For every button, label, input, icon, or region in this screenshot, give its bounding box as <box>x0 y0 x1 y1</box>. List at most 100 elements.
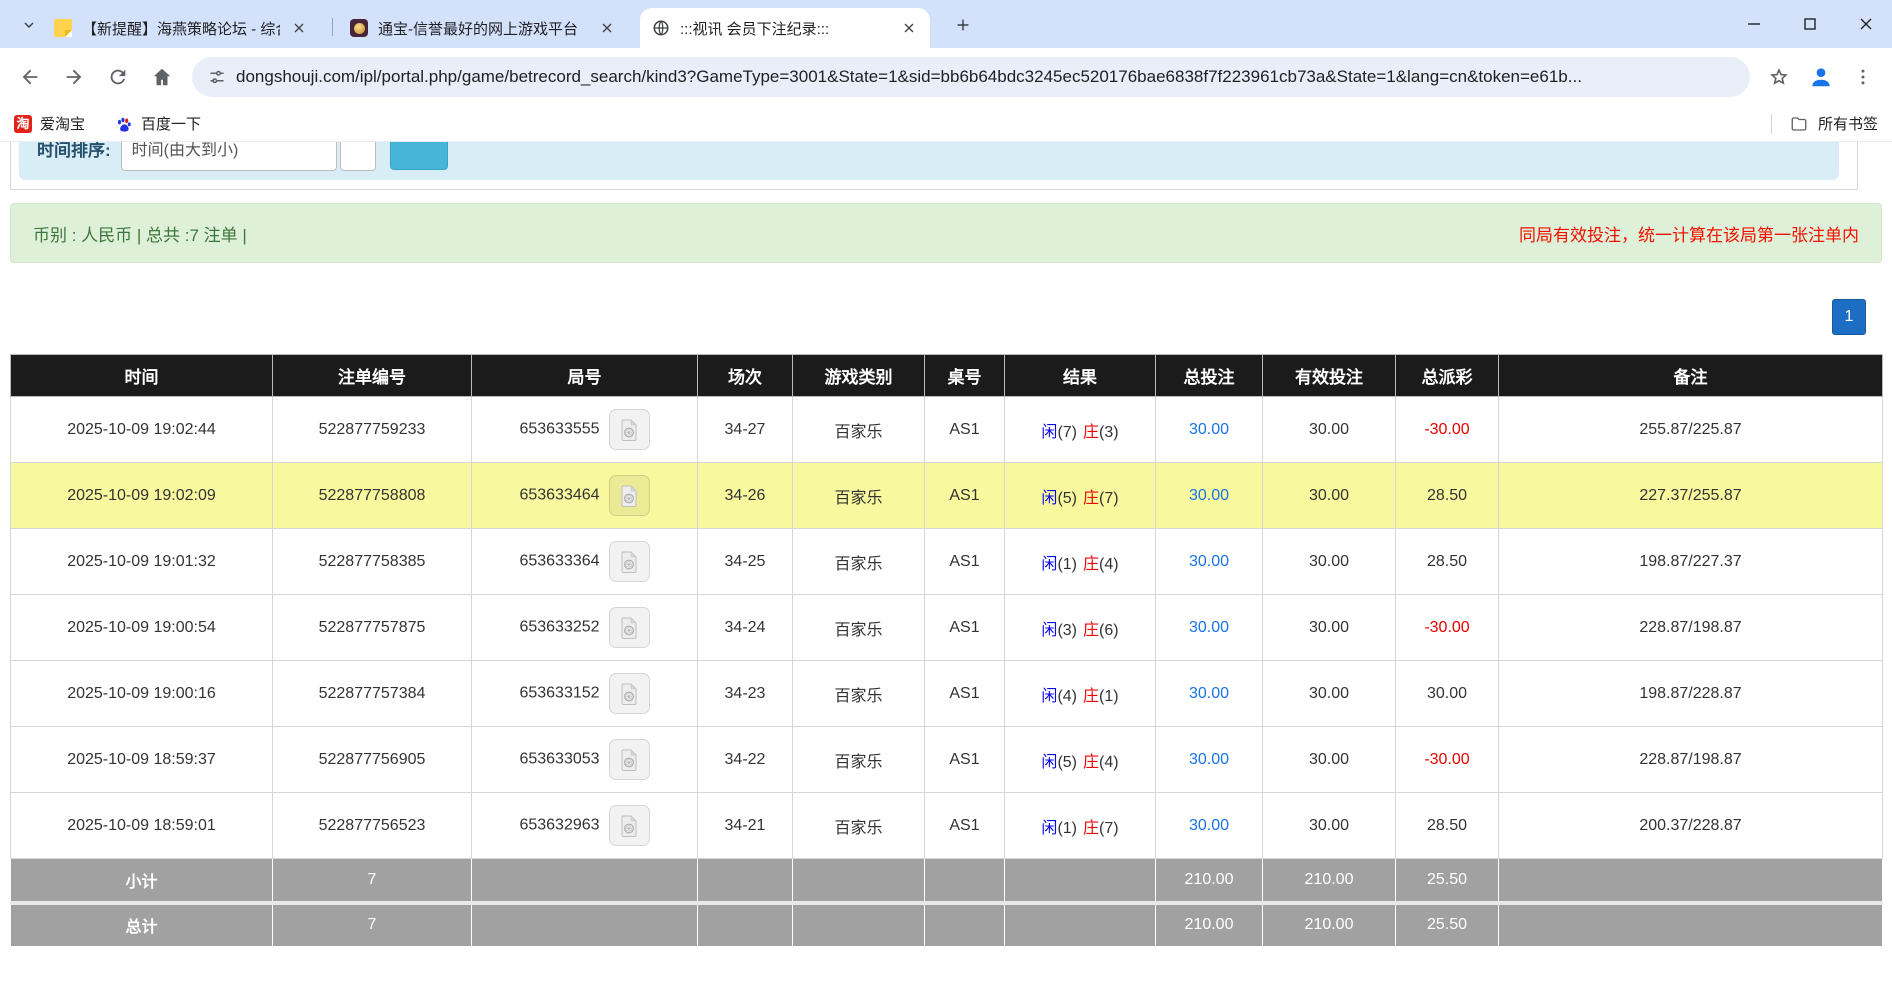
cell-time: 2025-10-09 18:59:01 <box>11 793 273 859</box>
total-bet-link[interactable]: 30.00 <box>1189 751 1229 768</box>
result-player-score: (4) <box>1057 688 1077 705</box>
video-replay-button[interactable] <box>609 607 650 648</box>
footer-cell: 210.00 <box>1263 903 1396 947</box>
all-bookmarks[interactable]: 所有书签 <box>1771 113 1878 134</box>
footer-cell <box>1499 859 1883 903</box>
cell-valid-bet: 30.00 <box>1263 661 1396 727</box>
minimize-button[interactable] <box>1740 10 1768 38</box>
footer-cell <box>793 859 925 903</box>
cell-total-bet: 30.00 <box>1156 463 1263 529</box>
cell-bet-id: 522877756523 <box>273 793 472 859</box>
filter-addon-box[interactable] <box>340 142 376 171</box>
cell-game-type: 百家乐 <box>793 793 925 859</box>
footer-cell <box>925 903 1005 947</box>
bookmark-taobao[interactable]: 淘 爱淘宝 <box>14 113 85 134</box>
column-header: 注单编号 <box>273 355 472 397</box>
browser-menu-button[interactable] <box>1844 58 1882 96</box>
video-replay-button[interactable] <box>609 739 650 780</box>
video-replay-button[interactable] <box>609 475 650 516</box>
tab-close-icon[interactable] <box>598 19 616 37</box>
cell-game-type: 百家乐 <box>793 529 925 595</box>
video-file-icon <box>617 418 641 442</box>
kebab-menu-icon <box>1853 67 1873 87</box>
tab-separator <box>332 18 333 36</box>
tab-tongbao[interactable]: 通宝-信誉最好的网上游戏平台 <box>338 8 628 48</box>
result-banker: 庄 <box>1083 490 1099 507</box>
footer-cell: 7 <box>273 903 472 947</box>
bookmark-star-button[interactable] <box>1760 58 1798 96</box>
profile-avatar-button[interactable] <box>1802 58 1840 96</box>
result-banker: 庄 <box>1083 688 1099 705</box>
cell-table-no: AS1 <box>925 793 1005 859</box>
video-replay-button[interactable] <box>609 541 650 582</box>
video-file-icon <box>617 484 641 508</box>
cell-bet-id: 522877758385 <box>273 529 472 595</box>
tab-bet-records[interactable]: :::视讯 会员下注纪录::: <box>640 8 930 48</box>
video-replay-button[interactable] <box>609 805 650 846</box>
cell-bet-id: 522877758808 <box>273 463 472 529</box>
total-bet-link[interactable]: 30.00 <box>1189 817 1229 834</box>
summary-bar: 币别 : 人民币 | 总共 :7 注单 | 同局有效投注，统一计算在该局第一张注… <box>10 203 1882 263</box>
home-button[interactable] <box>142 57 182 97</box>
total-bet-link[interactable]: 30.00 <box>1189 685 1229 702</box>
cell-time: 2025-10-09 19:02:09 <box>11 463 273 529</box>
reload-button[interactable] <box>98 57 138 97</box>
result-banker: 庄 <box>1083 820 1099 837</box>
currency-total-text: 币别 : 人民币 | 总共 :7 注单 | <box>33 221 247 246</box>
round-id: 653633555 <box>519 421 599 438</box>
cell-session: 34-23 <box>698 661 793 727</box>
bet-records-table: 时间注单编号局号场次游戏类别桌号结果总投注有效投注总派彩备注 2025-10-0… <box>10 354 1883 947</box>
cell-round: 653633364 <box>472 529 698 595</box>
result-banker-score: (6) <box>1099 622 1119 639</box>
maximize-button[interactable] <box>1796 10 1824 38</box>
person-icon <box>1808 64 1834 90</box>
video-file-icon <box>617 550 641 574</box>
video-file-icon <box>617 814 641 838</box>
cell-result: 闲(1)庄(4) <box>1005 529 1156 595</box>
filter-panel: 时间排序: 时间(由大到小) <box>19 142 1839 180</box>
all-bookmarks-label: 所有书签 <box>1818 113 1878 134</box>
close-window-button[interactable] <box>1852 10 1880 38</box>
cell-table-no: AS1 <box>925 727 1005 793</box>
cell-game-type: 百家乐 <box>793 727 925 793</box>
round-id: 653633053 <box>519 751 599 768</box>
table-row: 2025-10-09 18:59:37522877756905653633053… <box>11 727 1883 793</box>
pagination-page-1-button[interactable]: 1 <box>1832 299 1866 335</box>
sort-order-select[interactable]: 时间(由大到小) <box>121 142 337 171</box>
cell-time: 2025-10-09 19:00:54 <box>11 595 273 661</box>
forward-button[interactable] <box>54 57 94 97</box>
new-tab-button[interactable] <box>950 12 976 38</box>
footer-cell <box>472 859 698 903</box>
video-file-icon <box>617 748 641 772</box>
address-bar[interactable]: dongshouji.com/ipl/portal.php/game/betre… <box>192 57 1750 97</box>
cell-total-bet: 30.00 <box>1156 661 1263 727</box>
bookmark-baidu[interactable]: 百度一下 <box>115 113 201 134</box>
table-row: 2025-10-09 19:02:44522877759233653633555… <box>11 397 1883 463</box>
video-replay-button[interactable] <box>609 409 650 450</box>
site-settings-icon <box>208 68 226 86</box>
total-bet-link[interactable]: 30.00 <box>1189 487 1229 504</box>
cell-valid-bet: 30.00 <box>1263 727 1396 793</box>
tab-close-icon[interactable] <box>290 19 308 37</box>
video-replay-button[interactable] <box>609 673 650 714</box>
footer-cell: 25.50 <box>1396 859 1499 903</box>
tab-title: 【新提醒】海燕策略论坛 - 综合 <box>82 18 280 39</box>
total-bet-link[interactable]: 30.00 <box>1189 421 1229 438</box>
table-header-row: 时间注单编号局号场次游戏类别桌号结果总投注有效投注总派彩备注 <box>11 355 1883 397</box>
result-banker: 庄 <box>1083 556 1099 573</box>
column-header: 结果 <box>1005 355 1156 397</box>
tab-forum[interactable]: 【新提醒】海燕策略论坛 - 综合 <box>42 8 320 48</box>
home-icon <box>151 66 173 88</box>
tab-search-button[interactable] <box>16 12 42 38</box>
total-bet-link[interactable]: 30.00 <box>1189 619 1229 636</box>
back-button[interactable] <box>10 57 50 97</box>
video-file-icon <box>617 682 641 706</box>
folder-icon <box>1790 115 1808 133</box>
tab-close-icon[interactable] <box>900 19 918 37</box>
search-button[interactable] <box>390 142 448 170</box>
cell-total-bet: 30.00 <box>1156 727 1263 793</box>
taobao-icon: 淘 <box>14 115 32 133</box>
footer-cell: 总计 <box>11 903 273 947</box>
total-bet-link[interactable]: 30.00 <box>1189 553 1229 570</box>
cell-round: 653633053 <box>472 727 698 793</box>
